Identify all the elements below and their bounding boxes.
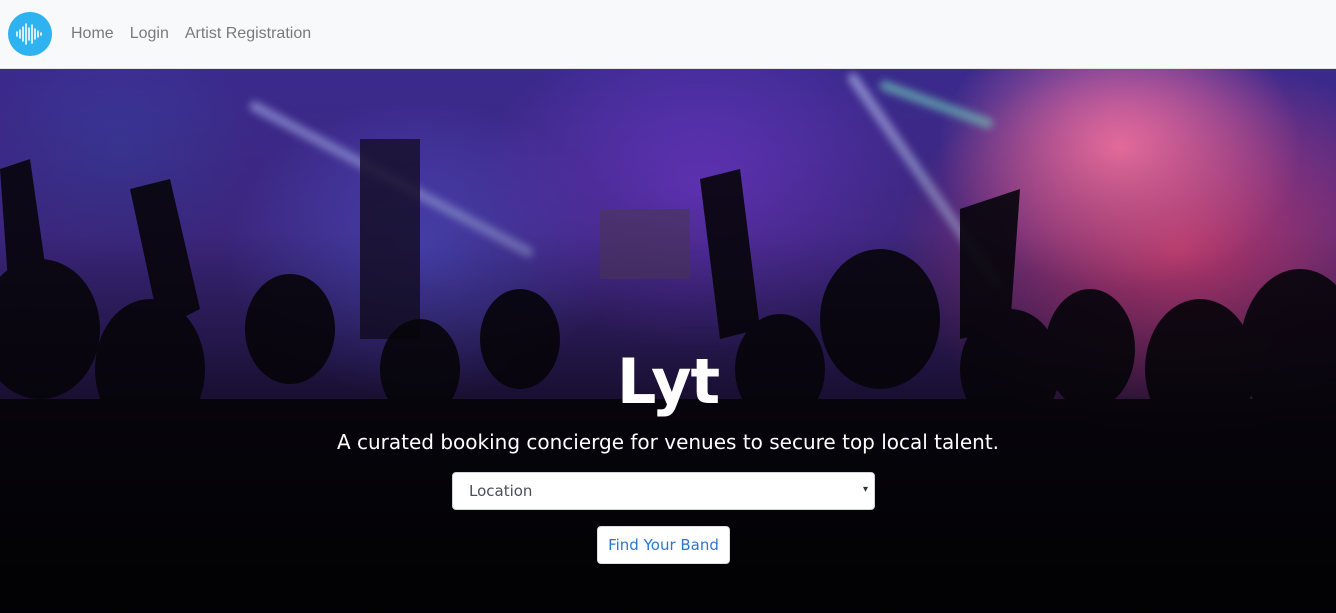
- hero-title: Lyt: [616, 345, 720, 418]
- nav-link-login[interactable]: Login: [130, 25, 169, 43]
- hero-concert-background: Lyt A curated booking concierge for venu…: [0, 69, 1336, 613]
- hero-content: Lyt A curated booking concierge for venu…: [0, 69, 1336, 613]
- nav-link-artist-registration[interactable]: Artist Registration: [185, 25, 311, 43]
- nav-link-home[interactable]: Home: [71, 25, 114, 43]
- location-select[interactable]: Location: [453, 473, 874, 509]
- find-your-band-button[interactable]: Find Your Band: [597, 526, 730, 564]
- hero-subtitle: A curated booking concierge for venues t…: [336, 430, 1000, 454]
- waveform-logo-icon[interactable]: [8, 12, 52, 56]
- location-select-wrapper: Location ▾: [452, 472, 875, 510]
- nav-links: Home Login Artist Registration: [71, 25, 327, 43]
- top-navbar: Home Login Artist Registration: [0, 0, 1336, 69]
